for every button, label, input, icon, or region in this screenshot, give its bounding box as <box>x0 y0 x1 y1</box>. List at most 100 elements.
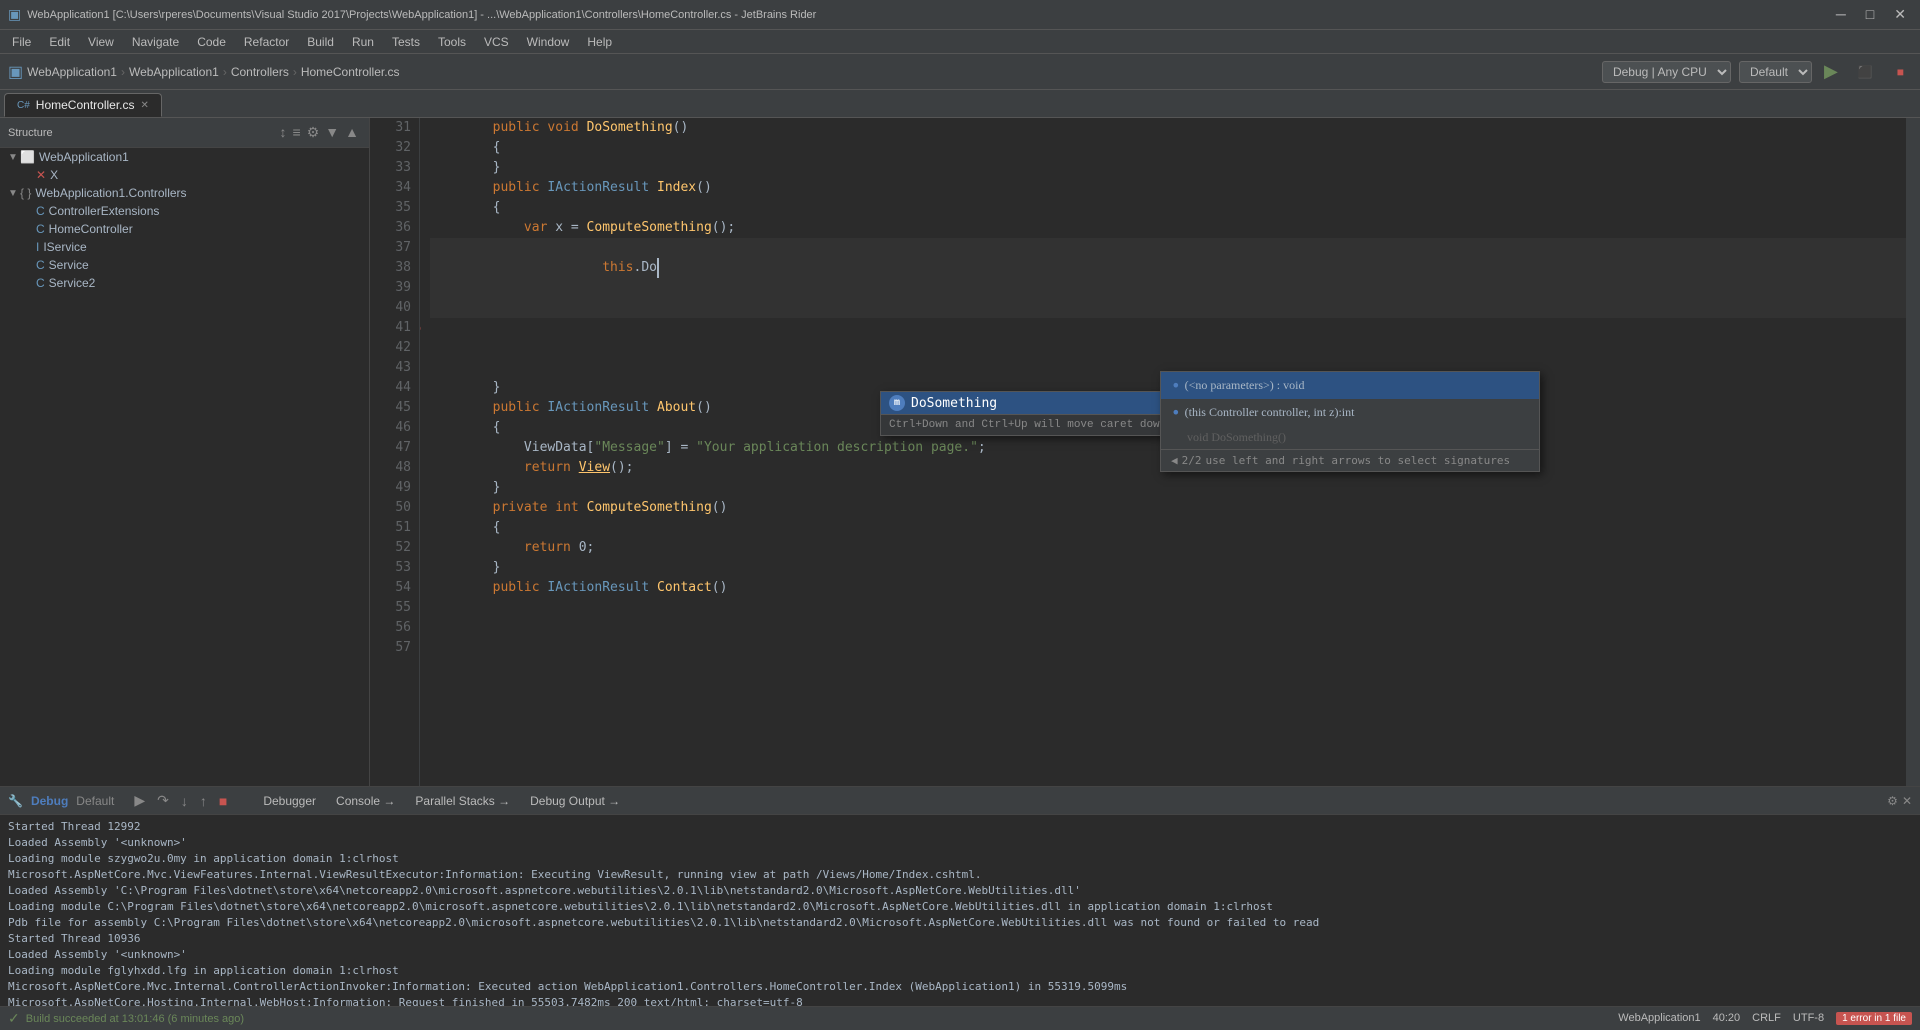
error-badge[interactable]: 1 error in 1 file <box>1836 1012 1912 1025</box>
debug-tab-parallel[interactable]: Parallel Stacks → <box>407 792 518 810</box>
menu-item-run[interactable]: Run <box>344 33 382 51</box>
debug-step-over-btn[interactable]: ↷ <box>153 790 173 811</box>
menu-item-view[interactable]: View <box>80 33 122 51</box>
sidebar-item-webapp1[interactable]: ▼ ⬜ WebApplication1 <box>0 148 369 166</box>
breadcrumb-webapp[interactable]: WebApplication1 <box>27 65 117 79</box>
sig-nav-left[interactable]: ◀ <box>1171 454 1178 467</box>
title-bar: ▣ WebApplication1 [C:\Users\rperes\Docum… <box>0 0 1920 30</box>
menu-item-refactor[interactable]: Refactor <box>236 33 297 51</box>
sidebar-sort-icon[interactable]: ↕ <box>278 122 289 143</box>
debug-resume-btn[interactable]: ▶ <box>130 790 149 811</box>
close-btn[interactable]: ✕ <box>1888 6 1912 23</box>
log-line-12: Microsoft.AspNetCore.Hosting.Internal.We… <box>8 995 1912 1006</box>
menu-item-edit[interactable]: Edit <box>41 33 78 51</box>
sig-grayed: void DoSomething() <box>1171 430 1286 445</box>
sig-nav-count: 2/2 <box>1182 454 1202 467</box>
tree-label-home: HomeController <box>49 222 133 236</box>
status-position[interactable]: 40:20 <box>1713 1012 1741 1025</box>
sig-item-2: • (this Controller controller, int z):in… <box>1161 399 1539 426</box>
menu-item-help[interactable]: Help <box>579 33 620 51</box>
breadcrumb-controllers[interactable]: WebApplication1 <box>129 65 219 79</box>
debug-panel-close[interactable]: ✕ <box>1902 794 1912 808</box>
debug-settings-icon[interactable]: ⚙ <box>1887 794 1898 808</box>
class-icon-home: C <box>36 222 45 236</box>
minimize-btn[interactable]: ─ <box>1830 6 1852 23</box>
project-icon: ⬜ <box>20 150 35 164</box>
tree-label-iservice: IService <box>43 240 86 254</box>
sidebar-item-controller-ext[interactable]: C ControllerExtensions <box>0 202 369 220</box>
stop-button[interactable]: ■ <box>1889 61 1912 83</box>
editor-content: 31 32 33 34 35 36 37 38 39 40 41 42 43 4… <box>370 118 1920 786</box>
debug-tab-debugger[interactable]: Debugger <box>255 792 324 810</box>
code-line-31: public void DoSomething() <box>430 118 1906 138</box>
class-icon-service: C <box>36 258 45 272</box>
log-line-11: Microsoft.AspNetCore.Mvc.Internal.Contro… <box>8 979 1912 995</box>
menu-item-window[interactable]: Window <box>519 33 578 51</box>
tab-label: HomeController.cs <box>36 98 135 112</box>
menu-item-navigate[interactable]: Navigate <box>124 33 187 51</box>
log-line-10: Loading module fglyhxdd.lfg in applicati… <box>8 963 1912 979</box>
code-line-32: { <box>430 138 1906 158</box>
code-line-53: { <box>430 518 1906 538</box>
menu-item-tools[interactable]: Tools <box>430 33 474 51</box>
debug-stop-btn[interactable]: ■ <box>215 790 231 811</box>
menu-item-tests[interactable]: Tests <box>384 33 428 51</box>
maximize-btn[interactable]: □ <box>1860 6 1880 23</box>
editor[interactable]: 31 32 33 34 35 36 37 38 39 40 41 42 43 4… <box>370 118 1920 786</box>
debug-button[interactable]: ⬛ <box>1850 61 1881 83</box>
sidebar-tree: ▼ ⬜ WebApplication1 ✕ X ▼ { } WebApplica… <box>0 148 369 292</box>
status-project[interactable]: WebApplication1 <box>1618 1012 1700 1025</box>
debug-output[interactable]: Started Thread 12992 Loaded Assembly '<u… <box>0 815 1920 1006</box>
sidebar-toolbar: ↕ ≡ ⚙ ▼ ▲ <box>278 122 361 143</box>
tab-homecontroller[interactable]: C# HomeController.cs ✕ <box>4 93 162 117</box>
sidebar-item-controllers-ns[interactable]: ▼ { } WebApplication1.Controllers <box>0 184 369 202</box>
sig-text-2: (this Controller controller, int z):int <box>1185 405 1355 420</box>
sidebar-item-home-controller[interactable]: C HomeController <box>0 220 369 238</box>
scrollbar[interactable] <box>1906 118 1920 786</box>
menu-bar: FileEditViewNavigateCodeRefactorBuildRun… <box>0 30 1920 54</box>
sidebar-collapse-icon[interactable]: ▼ <box>323 122 341 143</box>
code-line-42: ● <box>430 318 1906 378</box>
tree-label-controllers: WebApplication1.Controllers <box>35 186 186 200</box>
toolbar: ▣ WebApplication1 › WebApplication1 › Co… <box>0 54 1920 90</box>
sig-item-grayed: void DoSomething() <box>1161 426 1539 449</box>
tab-close-icon[interactable]: ✕ <box>141 100 149 111</box>
interface-icon: I <box>36 240 39 254</box>
sidebar-header: Structure ↕ ≡ ⚙ ▼ ▲ <box>0 118 369 148</box>
title-text: WebApplication1 [C:\Users\rperes\Documen… <box>27 9 816 21</box>
debug-config-select[interactable]: Debug | Any CPU <box>1602 61 1731 83</box>
log-line-5: Loaded Assembly 'C:\Program Files\dotnet… <box>8 883 1912 899</box>
sidebar-filter-icon[interactable]: ≡ <box>291 122 303 143</box>
log-line-8: Started Thread 10936 <box>8 931 1912 947</box>
sidebar-settings-icon[interactable]: ⚙ <box>305 122 322 143</box>
sidebar-item-x[interactable]: ✕ X <box>0 166 369 184</box>
tree-arrow-controllers: ▼ <box>8 188 20 199</box>
code-line-36: public IActionResult Index() <box>430 178 1906 198</box>
sidebar-item-service2[interactable]: C Service2 <box>0 274 369 292</box>
tree-label-service2: Service2 <box>49 276 96 290</box>
class-icon-ext: C <box>36 204 45 218</box>
menu-item-vcs[interactable]: VCS <box>476 33 517 51</box>
debug-step-in-btn[interactable]: ↓ <box>177 790 192 811</box>
debug-tab-output[interactable]: Debug Output → <box>522 792 628 810</box>
debug-panel: 🔧 Debug Default ▶ ↷ ↓ ↑ ■ Debugger Conso… <box>0 786 1920 1006</box>
signature-popup: • (<no parameters>) : void • (this Contr… <box>1160 371 1540 472</box>
sidebar-item-service[interactable]: C Service <box>0 256 369 274</box>
status-encoding[interactable]: UTF-8 <box>1793 1012 1824 1025</box>
breadcrumb-file[interactable]: HomeController.cs <box>301 65 400 79</box>
sidebar-expand-icon[interactable]: ▲ <box>343 122 361 143</box>
debug-tab-console[interactable]: Console → <box>328 792 403 810</box>
breadcrumb-controllers-folder[interactable]: Controllers <box>231 65 289 79</box>
status-line-ending[interactable]: CRLF <box>1752 1012 1781 1025</box>
namespace-icon: { } <box>20 186 31 200</box>
menu-item-file[interactable]: File <box>4 33 39 51</box>
build-status: Build succeeded at 13:01:46 (6 minutes a… <box>26 1013 244 1025</box>
run-config-select[interactable]: Default <box>1739 61 1812 83</box>
menu-item-code[interactable]: Code <box>189 33 234 51</box>
debug-step-out-btn[interactable]: ↑ <box>196 790 211 811</box>
menu-item-build[interactable]: Build <box>299 33 342 51</box>
sig-dot-2: • <box>1171 403 1181 422</box>
tab-bar: C# HomeController.cs ✕ <box>0 90 1920 118</box>
run-button[interactable]: ▶ <box>1820 61 1842 82</box>
sidebar-item-iservice[interactable]: I IService <box>0 238 369 256</box>
